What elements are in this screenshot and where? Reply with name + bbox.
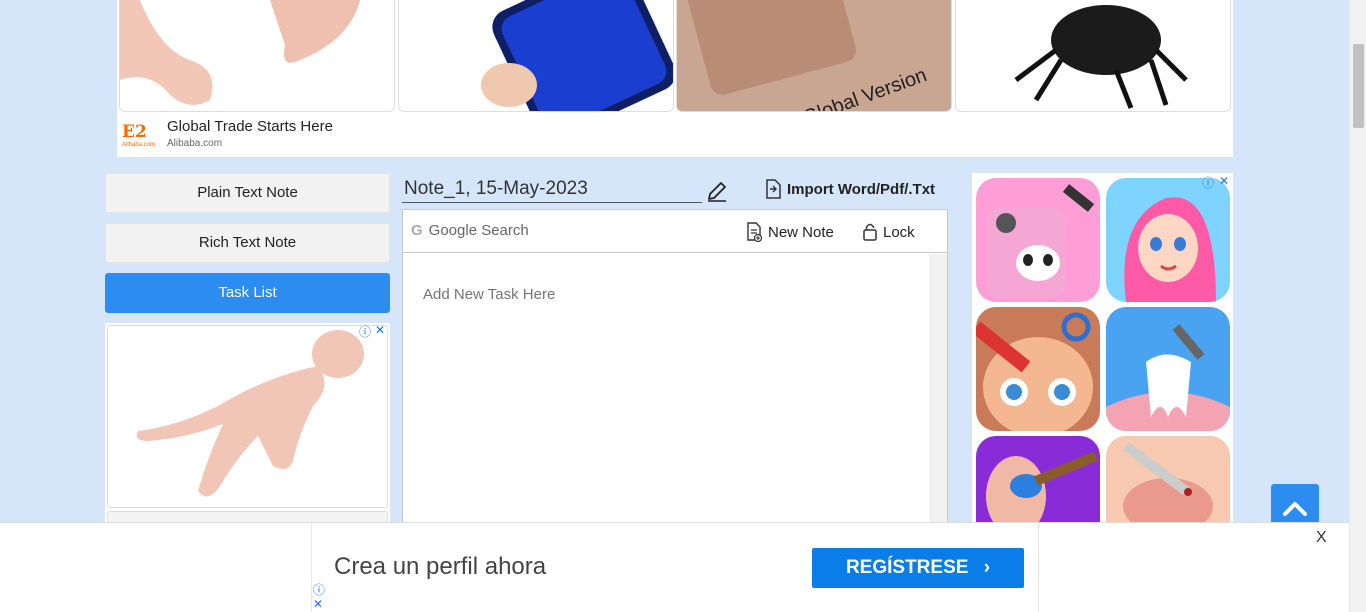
plain-text-note-button[interactable]: Plain Text Note [105, 173, 390, 213]
bottom-banner-ad[interactable]: Crea un perfil ahora REGÍSTRESE › ⓘ ✕ X [0, 522, 1349, 612]
editor-scrollbar[interactable] [930, 254, 947, 530]
left-side-ad[interactable]: ⓘ ✕ [105, 323, 390, 523]
game-tile-phone-case[interactable] [976, 178, 1100, 302]
ad-doll-image[interactable] [107, 325, 388, 508]
lock-label: Lock [883, 223, 915, 241]
import-document-button[interactable]: Import Word/Pdf/.Txt [764, 178, 935, 200]
ad-brand-bar[interactable]: E2 Alibaba.com Global Trade Starts Here … [117, 114, 1233, 157]
task-editor: G Google Search New Note Lock [402, 209, 948, 530]
adchoices-icon[interactable]: ⓘ [313, 581, 325, 598]
task-list-area[interactable] [403, 254, 930, 530]
bottom-ad-close-button[interactable]: X [1316, 529, 1327, 547]
adchoices-icon[interactable]: ⓘ [1202, 174, 1214, 191]
ad-promo-text[interactable]: Crea un perfil ahora [334, 553, 546, 581]
ad-brand-url: Alibaba.com [167, 138, 223, 149]
right-side-game-ad[interactable]: ⓘ ✕ [972, 173, 1233, 560]
ad-close-icon[interactable]: ✕ [1219, 174, 1229, 188]
import-label: Import Word/Pdf/.Txt [787, 180, 936, 198]
ad-close-icon[interactable]: ✕ [375, 323, 385, 337]
lock-button[interactable]: Lock [862, 222, 915, 242]
register-button[interactable]: REGÍSTRESE › [812, 548, 1024, 588]
add-task-input[interactable] [423, 286, 823, 303]
page-scrollbar-thumb[interactable] [1353, 44, 1364, 128]
ad-product-robot-spider-image[interactable] [955, 0, 1231, 112]
top-banner-ad[interactable]: Global Version E2 Alibaba.com Global Tra… [117, 0, 1233, 157]
new-note-label: New Note [768, 223, 834, 241]
game-tile-hair-salon[interactable] [1106, 178, 1230, 302]
import-file-icon [766, 179, 781, 199]
rich-text-note-button[interactable]: Rich Text Note [105, 223, 390, 263]
new-note-button[interactable]: New Note [746, 222, 834, 242]
ad-product-phone-image[interactable] [398, 0, 674, 112]
ad-product3-text: Global Version [800, 64, 930, 112]
chevron-right-icon: › [983, 557, 991, 578]
edit-pencil-icon[interactable] [706, 180, 728, 202]
game-tile-dentist[interactable] [1106, 307, 1230, 431]
google-icon: G [411, 222, 423, 239]
note-title-input[interactable]: Note_1, 15-May-2023 [402, 175, 702, 203]
editor-toolbar: G Google Search New Note Lock [403, 210, 947, 253]
lock-icon [863, 223, 877, 241]
game-tile-makeover[interactable] [976, 307, 1100, 431]
ad-close-icon[interactable]: ✕ [313, 597, 323, 611]
ad-product-global-version-image[interactable]: Global Version [676, 0, 952, 112]
google-search-button[interactable]: G Google Search [411, 222, 529, 239]
alibaba-logo: E2 Alibaba.com [122, 122, 156, 148]
bottom-ad-creative[interactable]: Crea un perfil ahora REGÍSTRESE › ⓘ ✕ [311, 523, 1039, 612]
page-scrollbar[interactable] [1349, 0, 1366, 612]
ad-product-doll-image[interactable] [119, 0, 395, 112]
google-search-label: Google Search [428, 222, 529, 239]
new-note-icon [747, 222, 763, 242]
register-label: REGÍSTRESE [845, 557, 969, 578]
adchoices-icon[interactable]: ⓘ [359, 323, 371, 340]
task-list-button[interactable]: Task List [105, 273, 390, 313]
ad-brand-title[interactable]: Global Trade Starts Here [167, 118, 333, 135]
